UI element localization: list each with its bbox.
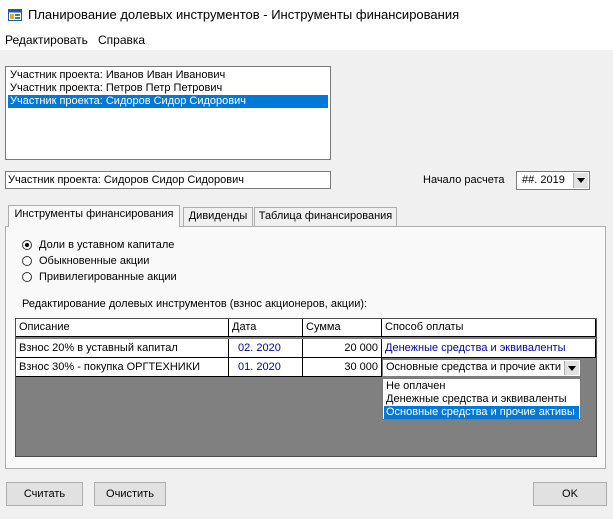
cell-payment[interactable]: Денежные средства и эквиваленты xyxy=(382,339,596,358)
participant-item-petrov[interactable]: Участник проекта: Петров Петр Петрович xyxy=(8,82,222,95)
tab-financing-instruments[interactable]: Инструменты финансирования xyxy=(8,205,180,227)
radio-label: Привилегированные акции xyxy=(39,271,177,283)
participant-name-field[interactable]: Участник проекта: Сидоров Сидор Сидорови… xyxy=(5,171,331,189)
radio-label: Доли в уставном капитале xyxy=(39,239,175,251)
clear-button[interactable]: Очистить xyxy=(94,482,166,506)
calc-start-select[interactable]: ##. 2019 xyxy=(516,171,590,190)
radio-checked-icon[interactable] xyxy=(22,240,32,250)
payment-method-value: Основные средства и прочие акти xyxy=(386,361,562,373)
column-header-description[interactable]: Описание xyxy=(16,319,229,337)
chevron-down-icon[interactable] xyxy=(564,361,579,375)
payment-option-fixed-assets[interactable]: Основные средства и прочие активы xyxy=(384,406,579,419)
calc-start-value: ##. 2019 xyxy=(522,174,565,186)
column-header-amount[interactable]: Сумма xyxy=(303,319,382,337)
menu-edit[interactable]: Редактировать xyxy=(5,33,88,47)
payment-option-cash[interactable]: Денежные средства и эквиваленты xyxy=(384,393,579,406)
participant-item-sidorov[interactable]: Участник проекта: Сидоров Сидор Сидорови… xyxy=(8,95,328,108)
cell-amount[interactable]: 30 000 xyxy=(303,358,382,377)
payment-method-combo[interactable]: Основные средства и прочие акти xyxy=(382,359,581,377)
calculate-button[interactable]: Считать xyxy=(6,482,83,506)
app-window-icon xyxy=(8,9,22,21)
payment-option-unpaid[interactable]: Не оплачен xyxy=(384,380,579,393)
grid-caption: Редактирование долевых инструментов (взн… xyxy=(22,298,368,310)
radio-label: Обыкновенные акции xyxy=(39,255,150,267)
radio-unchecked-icon[interactable] xyxy=(22,256,32,266)
cell-date[interactable]: 02. 2020 xyxy=(229,339,303,358)
participants-listbox[interactable]: Участник проекта: Иванов Иван Иванович У… xyxy=(5,66,331,160)
tab-financing-table[interactable]: Таблица финансирования xyxy=(254,207,397,226)
column-header-date[interactable]: Дата xyxy=(229,319,303,337)
ok-button[interactable]: OK xyxy=(533,482,607,506)
cell-date[interactable]: 01. 2020 xyxy=(229,358,303,377)
participant-item-ivanov[interactable]: Участник проекта: Иванов Иван Иванович xyxy=(8,69,225,82)
radio-unchecked-icon[interactable] xyxy=(22,272,32,282)
cell-description[interactable]: Взнос 20% в уставный капитал xyxy=(16,339,229,358)
title-bar: Планирование долевых инструментов - Инст… xyxy=(0,0,613,30)
menu-bar: Редактировать Справка xyxy=(0,30,613,50)
chevron-down-icon[interactable] xyxy=(573,173,588,188)
window-title: Планирование долевых инструментов - Инст… xyxy=(28,7,460,22)
calc-start-label: Начало расчета xyxy=(423,174,505,186)
tab-dividends[interactable]: Дивиденды xyxy=(183,207,253,226)
column-header-payment[interactable]: Способ оплаты xyxy=(382,319,596,337)
cell-amount[interactable]: 20 000 xyxy=(303,339,382,358)
payment-method-dropdown[interactable]: Не оплачен Денежные средства и эквивален… xyxy=(382,378,581,420)
menu-help[interactable]: Справка xyxy=(98,33,145,47)
cell-description[interactable]: Взнос 30% - покупка ОРГТЕХНИКИ xyxy=(16,358,229,377)
